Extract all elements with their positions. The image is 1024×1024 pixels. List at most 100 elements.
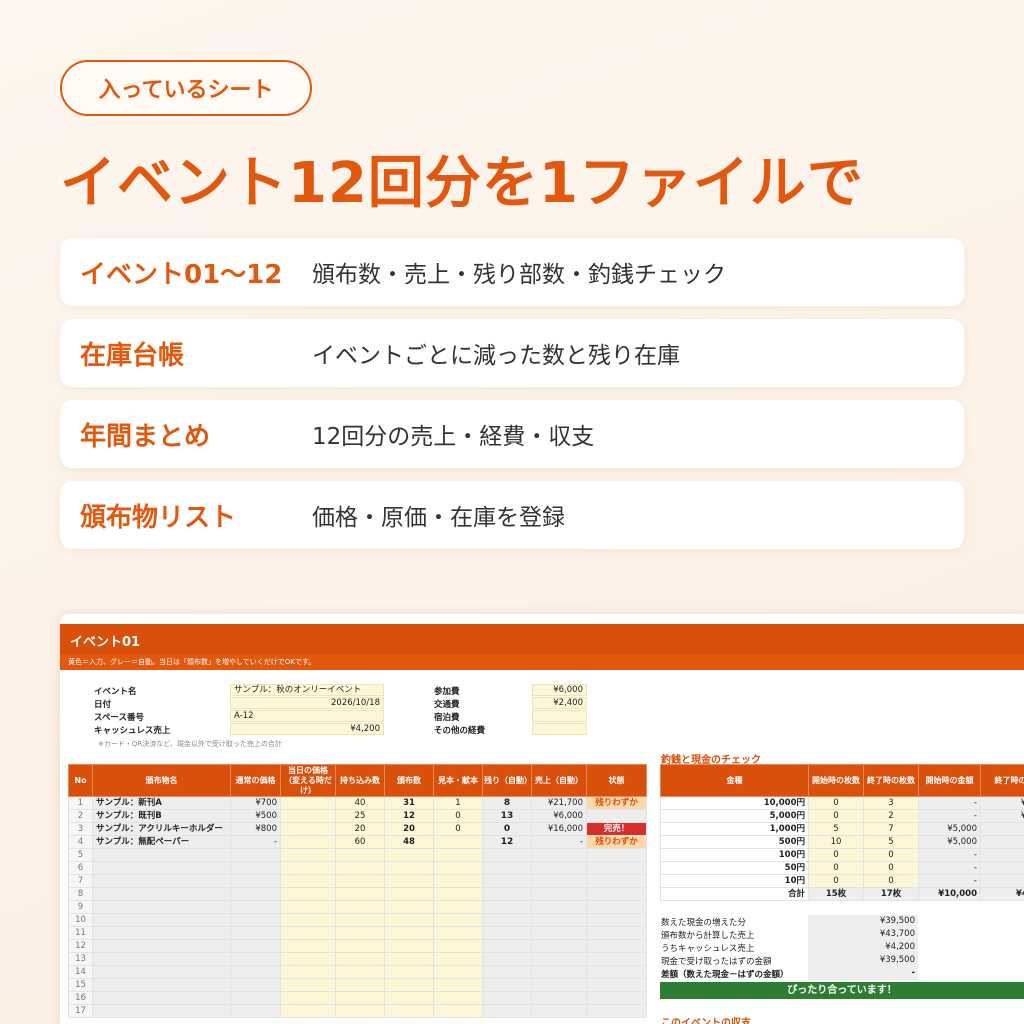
cell-day-price[interactable]: [280, 848, 336, 862]
cell-sold[interactable]: [384, 861, 434, 875]
cell-start-count[interactable]: 10: [808, 835, 864, 849]
cell-day-price[interactable]: [280, 822, 336, 836]
cell-bring[interactable]: [335, 991, 385, 1005]
cell-bring[interactable]: 20: [335, 822, 385, 836]
cell-day-price[interactable]: [280, 796, 336, 810]
cell-bring[interactable]: [335, 900, 385, 914]
match-status-bar: ぴったり合っています！: [660, 982, 1024, 999]
cell-sample[interactable]: [433, 861, 483, 875]
cell-sales: [531, 913, 587, 927]
cell-bring[interactable]: [335, 913, 385, 927]
cashless-field[interactable]: ¥4,200: [230, 723, 384, 735]
cell-sold[interactable]: [384, 913, 434, 927]
cell-day-price[interactable]: [280, 874, 336, 888]
cell-end-count[interactable]: 0: [863, 848, 919, 862]
cell-end-count[interactable]: 5: [863, 835, 919, 849]
cell-sold[interactable]: 12: [384, 809, 434, 823]
cell-start-count[interactable]: 0: [808, 809, 864, 823]
cell-no: 8: [68, 887, 93, 901]
cell-day-price[interactable]: [280, 900, 336, 914]
cash-header-end-amount: 終了時の: [980, 764, 1024, 797]
other-cost-field[interactable]: [532, 723, 587, 735]
cell-sold[interactable]: [384, 926, 434, 940]
cell-bring[interactable]: 60: [335, 835, 385, 849]
cell-sample[interactable]: 0: [433, 809, 483, 823]
cell-end-count[interactable]: 0: [863, 861, 919, 875]
feature-card-inventory: 在庫台帳 イベントごとに減った数と残り在庫: [60, 319, 964, 387]
cell-sample[interactable]: [433, 965, 483, 979]
cell-bring[interactable]: [335, 1004, 385, 1018]
cell-day-price[interactable]: [280, 913, 336, 927]
cell-bring[interactable]: [335, 939, 385, 953]
cell-item-name: サンプル：新刊A: [92, 796, 231, 810]
cell-start-count[interactable]: 0: [808, 848, 864, 862]
cell-bring[interactable]: 25: [335, 809, 385, 823]
space-field[interactable]: A-12: [230, 710, 384, 722]
cell-bring[interactable]: 40: [335, 796, 385, 810]
cell-sample[interactable]: [433, 1004, 483, 1018]
cell-sold[interactable]: [384, 874, 434, 888]
cell-bring[interactable]: [335, 965, 385, 979]
cell-day-price[interactable]: [280, 991, 336, 1005]
cell-day-price[interactable]: [280, 926, 336, 940]
cell-sample[interactable]: [433, 952, 483, 966]
cell-end-count[interactable]: 2: [863, 809, 919, 823]
cell-bring[interactable]: [335, 848, 385, 862]
cell-sample[interactable]: [433, 835, 483, 849]
cell-sold[interactable]: [384, 952, 434, 966]
cell-sold[interactable]: [384, 900, 434, 914]
cell-sample[interactable]: [433, 991, 483, 1005]
cell-end-count[interactable]: 0: [863, 874, 919, 888]
cell-day-price[interactable]: [280, 835, 336, 849]
cell-sample[interactable]: [433, 874, 483, 888]
cell-sold[interactable]: 31: [384, 796, 434, 810]
cell-bring[interactable]: [335, 874, 385, 888]
cash-header-denom: 金種: [660, 764, 809, 797]
cell-sample[interactable]: [433, 926, 483, 940]
cell-bring[interactable]: [335, 978, 385, 992]
cell-sold[interactable]: 20: [384, 822, 434, 836]
cell-start-count[interactable]: 5: [808, 822, 864, 836]
cell-left: [482, 952, 532, 966]
fee-field[interactable]: ¥6,000: [532, 684, 587, 696]
cell-sold[interactable]: [384, 887, 434, 901]
cell-sample[interactable]: [433, 887, 483, 901]
cell-denom: 500円: [660, 835, 809, 849]
cell-sample[interactable]: [433, 848, 483, 862]
cell-sample[interactable]: [433, 939, 483, 953]
cell-bring[interactable]: [335, 861, 385, 875]
cell-sold[interactable]: 48: [384, 835, 434, 849]
cell-sold[interactable]: [384, 939, 434, 953]
cell-day-price[interactable]: [280, 887, 336, 901]
cell-sample[interactable]: 0: [433, 822, 483, 836]
lodging-field[interactable]: [532, 710, 587, 722]
cell-sample[interactable]: [433, 913, 483, 927]
cell-sample[interactable]: [433, 900, 483, 914]
cell-bring[interactable]: [335, 952, 385, 966]
cell-sample[interactable]: 1: [433, 796, 483, 810]
cell-sold[interactable]: [384, 1004, 434, 1018]
cell-day-price[interactable]: [280, 809, 336, 823]
event-name-field[interactable]: サンプル：秋のオンリーイベント: [230, 684, 384, 696]
cell-sold[interactable]: [384, 978, 434, 992]
cell-day-price[interactable]: [280, 965, 336, 979]
cell-day-price[interactable]: [280, 939, 336, 953]
cell-start-count[interactable]: 0: [808, 796, 864, 810]
cell-day-price[interactable]: [280, 978, 336, 992]
cell-sample[interactable]: [433, 978, 483, 992]
cell-end-count[interactable]: 3: [863, 796, 919, 810]
transport-field[interactable]: ¥2,400: [532, 697, 587, 709]
feature-card-items: 頒布物リスト 価格・原価・在庫を登録: [60, 481, 964, 549]
cell-day-price[interactable]: [280, 1004, 336, 1018]
cell-end-count[interactable]: 7: [863, 822, 919, 836]
cell-start-count[interactable]: 0: [808, 874, 864, 888]
cell-bring[interactable]: [335, 887, 385, 901]
cell-day-price[interactable]: [280, 952, 336, 966]
cell-sold[interactable]: [384, 991, 434, 1005]
cell-sold[interactable]: [384, 848, 434, 862]
cell-bring[interactable]: [335, 926, 385, 940]
cell-day-price[interactable]: [280, 861, 336, 875]
cell-sold[interactable]: [384, 965, 434, 979]
cell-start-count[interactable]: 0: [808, 861, 864, 875]
date-field[interactable]: 2026/10/18: [230, 697, 384, 709]
